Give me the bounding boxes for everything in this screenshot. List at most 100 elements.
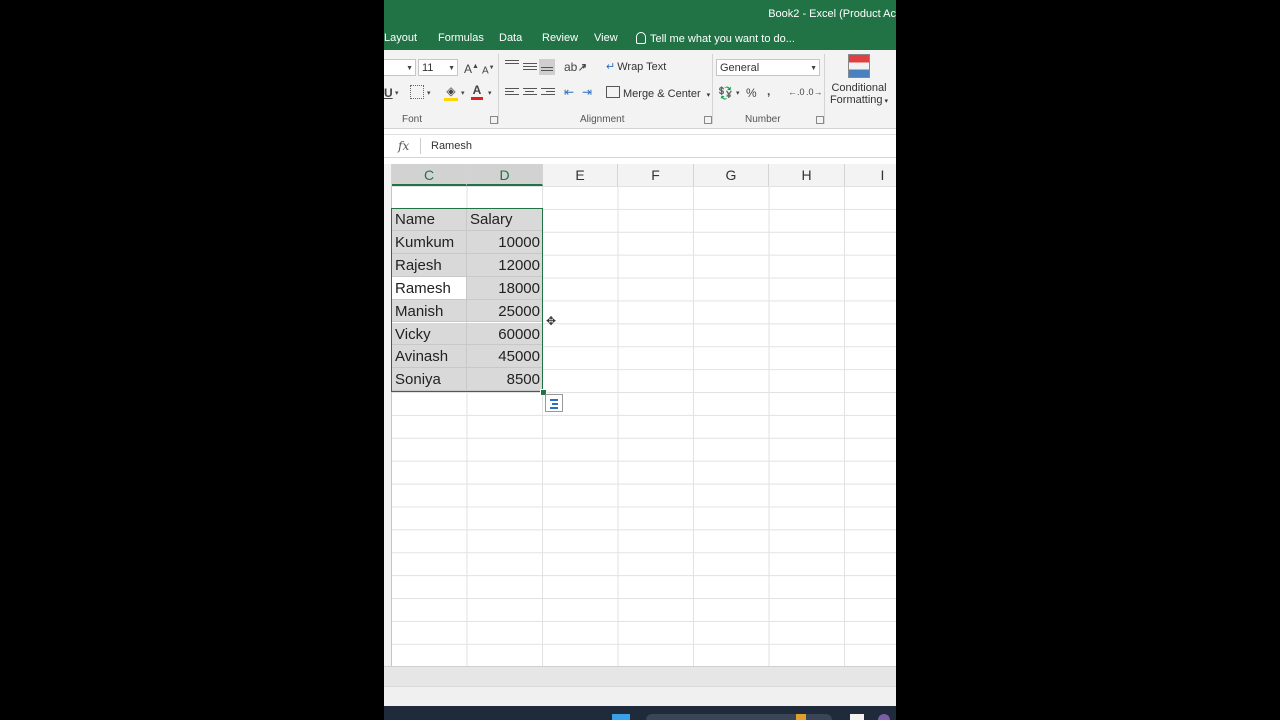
ribbon: ▼ 11▼ A▲ A▼ U ▾ ▾ ◈ ▾ A ▾ Font . ab↗ ▾ ⇤… [384, 50, 896, 129]
align-right-icon[interactable] [541, 88, 555, 100]
quick-analysis-icon [550, 399, 558, 401]
taskbar-app-icon[interactable] [878, 714, 890, 720]
conditional-formatting-button[interactable]: Conditional Formatting ▾ [828, 54, 890, 106]
align-left-icon[interactable] [505, 88, 519, 100]
merge-center-button[interactable]: Merge & Center ▾ [606, 86, 710, 100]
ribbon-tabs: Layout Formulas Data Review View Tell me… [384, 28, 896, 50]
conditional-formatting-icon [848, 54, 870, 78]
table-cell-name[interactable]: Kumkum [392, 230, 467, 254]
taskbar-app-icon[interactable] [850, 714, 864, 720]
move-cursor-icon: ✥ [546, 314, 557, 328]
tab-review[interactable]: Review [542, 32, 578, 44]
tell-me-search[interactable]: Tell me what you want to do... [636, 32, 795, 45]
font-color-icon[interactable]: A [471, 83, 483, 100]
table-cell-salary[interactable]: 10000 [467, 230, 543, 254]
header-cell-name[interactable]: Name [392, 208, 467, 231]
comma-style-icon[interactable]: , [767, 84, 770, 98]
table-cell-name[interactable]: Vicky [392, 322, 467, 346]
font-name-dropdown[interactable]: ▼ [384, 59, 416, 76]
group-divider [712, 54, 713, 124]
number-format-dropdown[interactable]: General ▼ [716, 59, 820, 76]
table-cell-salary[interactable]: 18000 [467, 276, 543, 300]
windows-start-icon[interactable] [612, 714, 630, 720]
grow-font-icon[interactable]: A▲ [464, 60, 479, 76]
data-table: Name Salary Kumkum 10000 Rajesh 12000 Ra… [392, 208, 543, 392]
decrease-indent-icon[interactable]: ⇤ [564, 85, 574, 99]
decrease-decimal-icon[interactable]: .0→ [806, 85, 823, 99]
percent-icon[interactable]: % [746, 86, 757, 100]
shrink-font-icon[interactable]: A▼ [482, 61, 495, 78]
merge-center-label: Merge & Center [623, 88, 701, 100]
underline-icon[interactable]: U [384, 86, 393, 100]
chevron-down-icon: ▼ [406, 65, 413, 72]
chevron-down-icon[interactable]: ▾ [488, 87, 492, 101]
borders-icon[interactable] [410, 85, 424, 99]
tab-view[interactable]: View [594, 32, 618, 44]
alignment-group-label: Alignment [580, 114, 625, 125]
chevron-down-icon[interactable]: ▾ [427, 87, 431, 101]
quick-analysis-button[interactable] [545, 394, 563, 412]
taskbar-app-icon[interactable] [796, 714, 806, 720]
column-header-e[interactable]: E [543, 164, 618, 186]
increase-indent-icon[interactable]: ⇥ [582, 85, 592, 99]
font-size-dropdown[interactable]: 11 ▼ [418, 59, 458, 76]
number-format-value: General [720, 62, 760, 74]
chevron-down-icon[interactable]: ▾ [736, 87, 740, 101]
column-header-c[interactable]: C [392, 164, 467, 186]
header-cell-salary[interactable]: Salary [467, 208, 543, 231]
chevron-down-icon[interactable]: ▾ [461, 87, 465, 101]
align-top-icon[interactable] [505, 60, 519, 72]
tab-data[interactable]: Data [499, 32, 522, 44]
currency-icon[interactable]: 💱 [718, 86, 733, 100]
insert-function-icon[interactable]: fx [398, 139, 409, 153]
horizontal-scrollbar[interactable] [384, 666, 896, 687]
align-center-icon[interactable] [523, 88, 537, 100]
align-middle-icon[interactable] [523, 63, 537, 75]
chevron-down-icon: ▾ [884, 98, 889, 105]
table-cell-name[interactable]: Avinash [392, 345, 467, 369]
wrap-text-icon: ↵ [606, 61, 616, 73]
group-divider [498, 54, 499, 124]
font-group-label: Font [402, 114, 423, 125]
formula-bar: fx Ramesh [384, 134, 896, 158]
corner-header[interactable] [384, 164, 392, 186]
title-bar: Book2 - Excel (Product Ac [384, 0, 896, 28]
column-header-d[interactable]: D [467, 164, 543, 186]
table-cell-salary[interactable]: 45000 [467, 345, 543, 369]
font-dialog-launcher-icon[interactable]: . [490, 116, 498, 124]
window-title: Book2 - Excel (Product Ac [768, 8, 896, 20]
column-headers: C D E F G H I [384, 164, 896, 187]
table-cell-salary[interactable]: 8500 [467, 368, 543, 392]
font-size-value: 11 [422, 62, 434, 74]
table-cell-salary[interactable]: 12000 [467, 253, 543, 277]
table-cell-name[interactable]: Rajesh [392, 253, 467, 277]
active-cell[interactable]: Ramesh [392, 276, 467, 300]
increase-decimal-icon[interactable]: ←.0 [788, 85, 805, 99]
conditional-formatting-label-1: Conditional [831, 82, 887, 94]
align-bottom-icon[interactable] [539, 59, 555, 75]
number-dialog-launcher-icon[interactable]: . [816, 116, 824, 124]
wrap-text-button[interactable]: ↵ Wrap Text [606, 60, 666, 73]
tab-page-layout[interactable]: Layout [384, 32, 417, 44]
table-cell-name[interactable]: Manish [392, 299, 467, 323]
table-cell-salary[interactable]: 60000 [467, 322, 543, 346]
column-header-i[interactable]: I [845, 164, 896, 186]
chevron-down-icon: ▾ [706, 92, 711, 99]
fill-color-icon[interactable]: ◈ [444, 84, 458, 101]
taskbar [384, 706, 896, 720]
quick-analysis-icon [552, 403, 558, 405]
tab-formulas[interactable]: Formulas [438, 32, 484, 44]
table-cell-name[interactable]: Soniya [392, 368, 467, 392]
chevron-down-icon[interactable]: ▾ [582, 61, 586, 75]
table-cell-salary[interactable]: 25000 [467, 299, 543, 323]
number-group-label: Number [745, 114, 781, 125]
column-header-h[interactable]: H [769, 164, 845, 186]
alignment-dialog-launcher-icon[interactable]: . [704, 116, 712, 124]
quick-analysis-icon [550, 407, 558, 409]
group-divider [824, 54, 825, 124]
column-header-g[interactable]: G [694, 164, 769, 186]
chevron-down-icon[interactable]: ▾ [395, 87, 399, 101]
formula-input[interactable]: Ramesh [431, 140, 472, 152]
column-header-f[interactable]: F [618, 164, 694, 186]
tell-me-text: Tell me what you want to do... [650, 33, 795, 45]
